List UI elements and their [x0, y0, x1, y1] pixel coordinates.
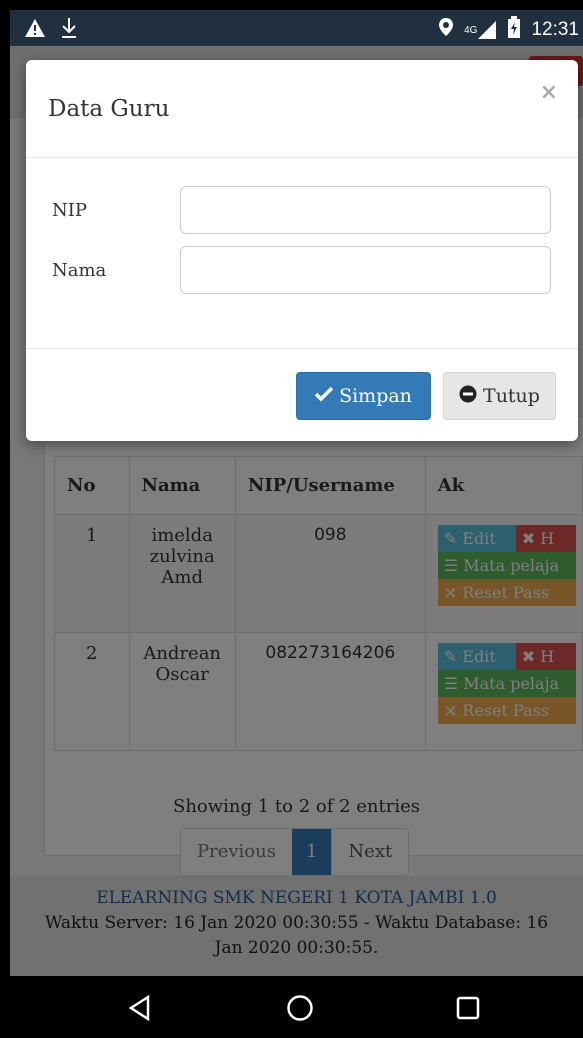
location-icon [438, 17, 454, 43]
recents-icon[interactable] [454, 994, 482, 1022]
save-label: Simpan [339, 385, 412, 407]
modal-header: Data Guru × [26, 60, 578, 158]
close-icon[interactable]: × [540, 80, 558, 105]
warning-icon [24, 18, 46, 43]
modal-divider [26, 348, 578, 349]
data-guru-modal: Data Guru × NIP Nama Simpan Tutup [26, 60, 578, 441]
clock: 12:31 [531, 19, 579, 40]
android-nav-bar [10, 976, 583, 1038]
save-button[interactable]: Simpan [296, 372, 431, 420]
minus-circle-icon [459, 385, 477, 408]
battery-icon [507, 16, 521, 44]
close-button[interactable]: Tutup [443, 372, 556, 420]
nama-label: Nama [52, 260, 107, 281]
modal-title: Data Guru [48, 96, 170, 122]
network-type: 4G [464, 24, 478, 36]
home-icon[interactable] [286, 994, 314, 1022]
nama-input[interactable] [180, 246, 551, 294]
close-label: Tutup [483, 385, 540, 407]
download-icon [60, 17, 78, 44]
signal-icon: 4G [464, 20, 497, 40]
status-bar: 4G 12:31 [10, 10, 583, 46]
back-icon[interactable] [126, 994, 154, 1022]
nip-input[interactable] [180, 186, 551, 234]
check-icon [314, 385, 334, 407]
nip-label: NIP [52, 200, 87, 221]
